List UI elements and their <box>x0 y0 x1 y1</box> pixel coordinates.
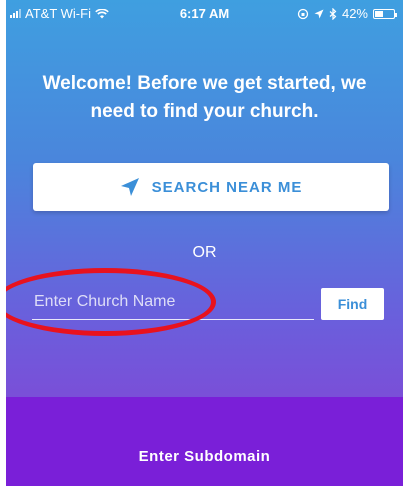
welcome-message: Welcome! Before we get started, we need … <box>26 70 383 126</box>
app-screen: AT&T Wi-Fi 6:17 AM 42% Welcome! Before w… <box>6 0 403 486</box>
location-icon <box>314 9 324 18</box>
location-arrow-icon <box>120 178 139 196</box>
or-divider: OR <box>192 244 217 261</box>
welcome-line-2: need to find your church. <box>90 101 319 122</box>
battery-percent: 42% <box>341 6 368 21</box>
church-name-input[interactable] <box>32 284 314 320</box>
battery-icon <box>373 8 397 19</box>
search-near-me-button[interactable]: SEARCH NEAR ME <box>33 163 389 211</box>
enter-subdomain-label: Enter Subdomain <box>138 448 271 465</box>
status-right: 42% <box>297 6 397 21</box>
find-button[interactable]: Find <box>321 288 384 320</box>
bluetooth-icon <box>329 7 337 20</box>
welcome-line-1: Welcome! Before we get started, we <box>42 73 367 94</box>
status-bar: AT&T Wi-Fi 6:17 AM 42% <box>6 0 403 22</box>
search-near-me-label: SEARCH NEAR ME <box>151 178 303 196</box>
enter-subdomain-button[interactable]: Enter Subdomain <box>6 397 403 486</box>
orientation-lock-icon <box>297 8 309 19</box>
